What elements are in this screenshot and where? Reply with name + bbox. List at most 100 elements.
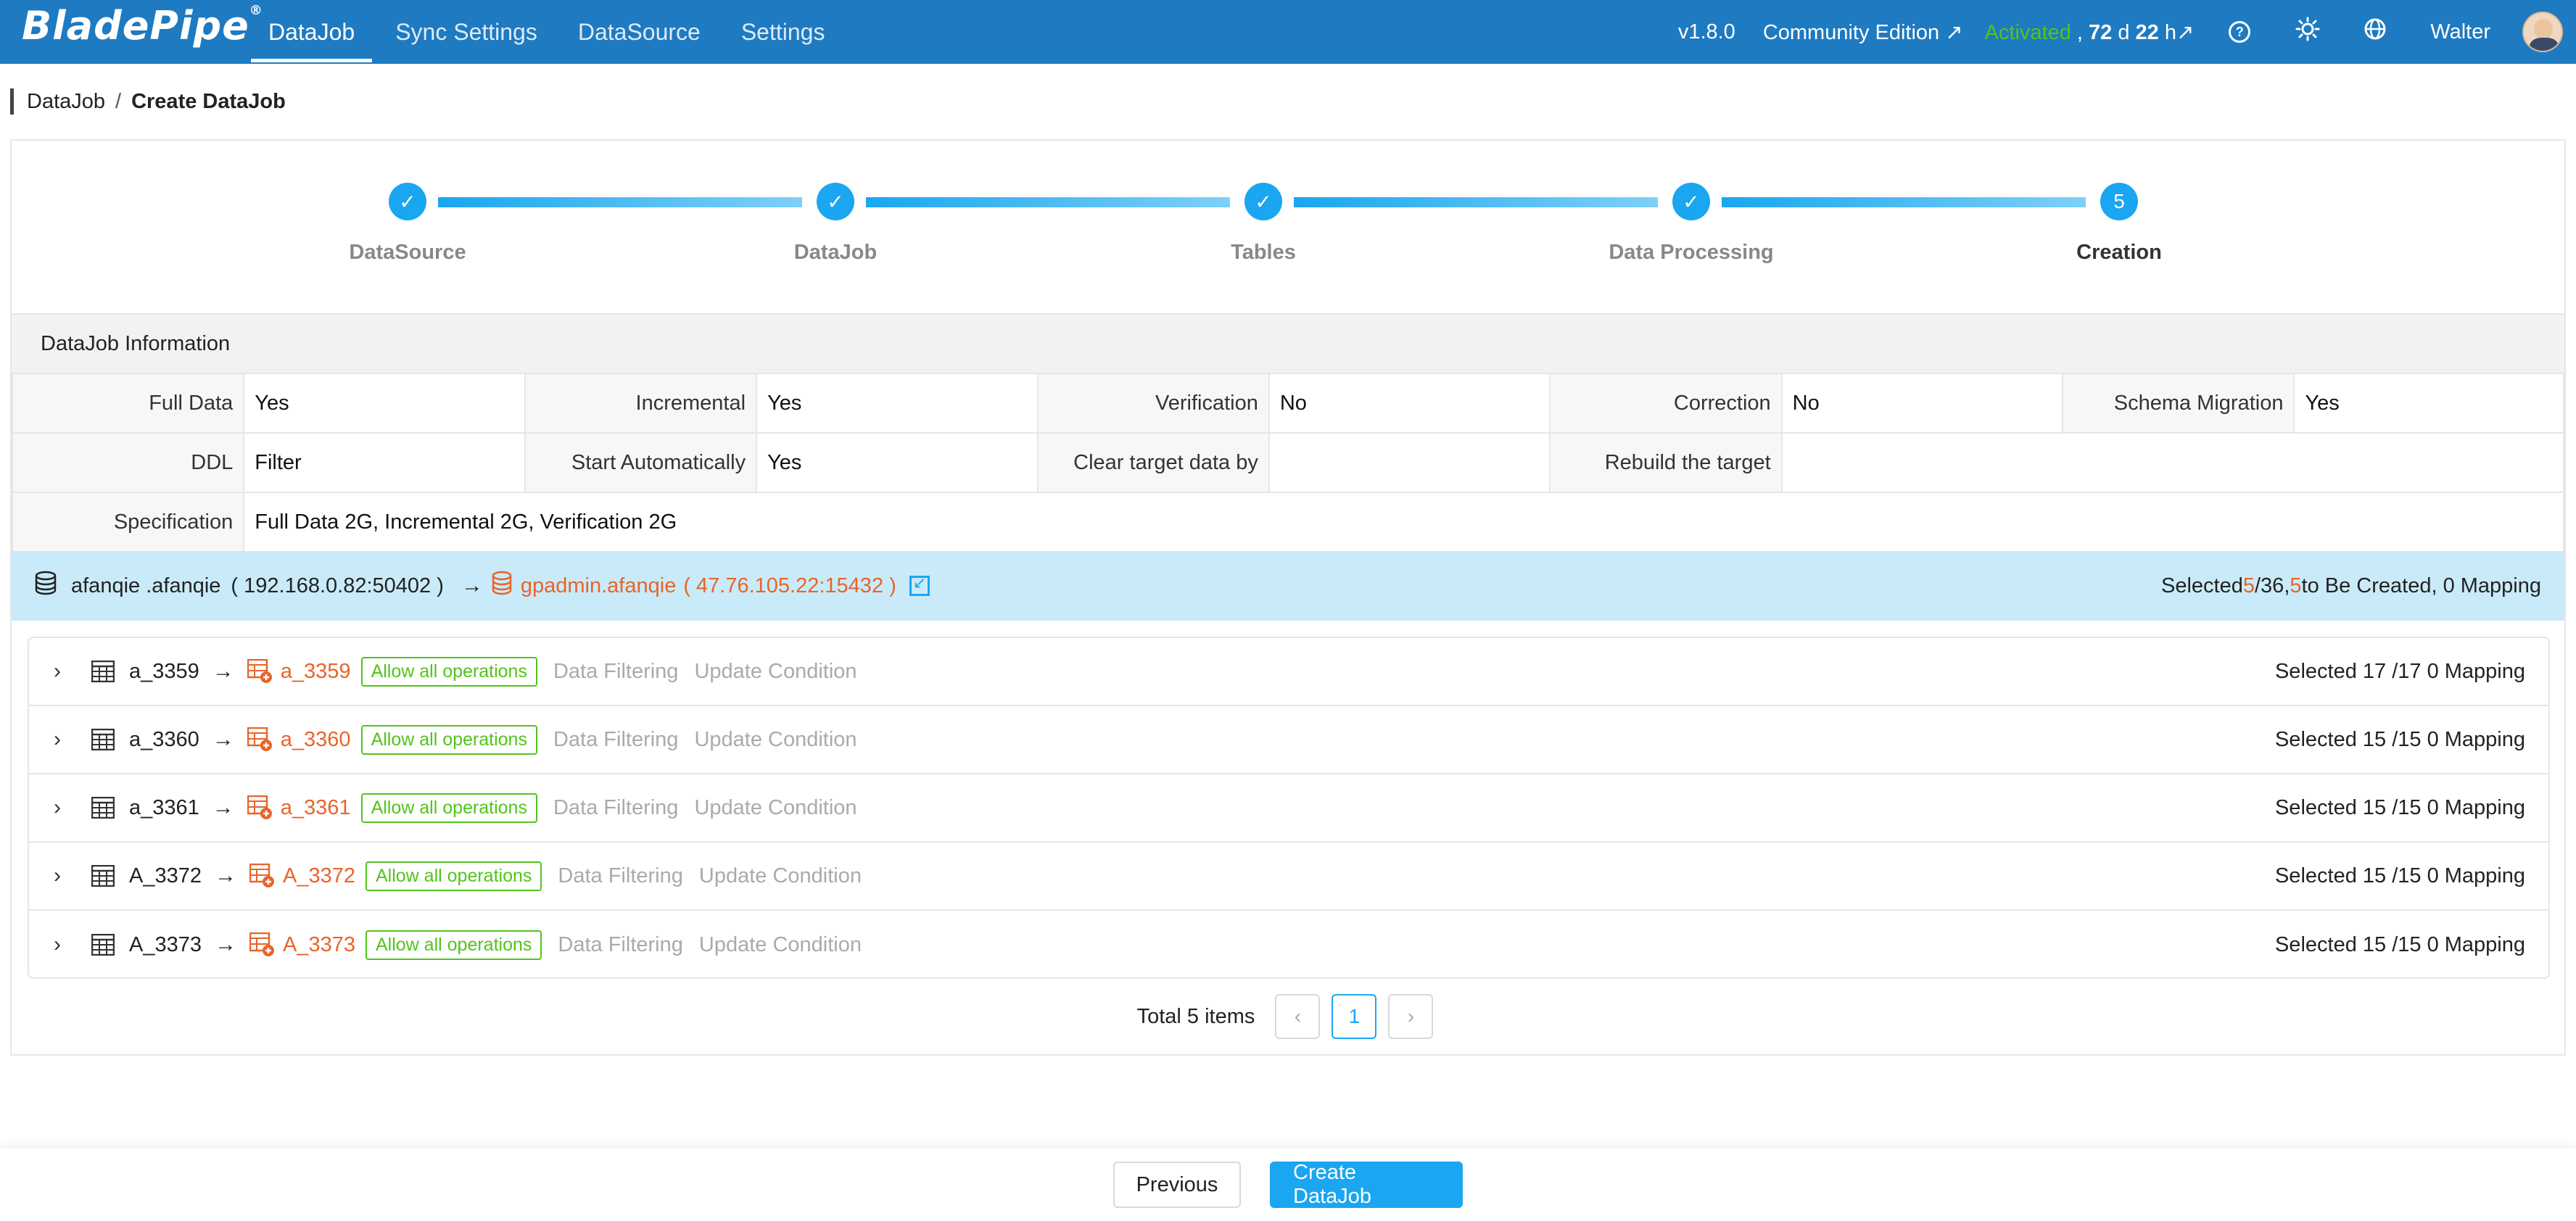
- help-icon[interactable]: ?: [2229, 21, 2251, 43]
- breadcrumb-root[interactable]: DataJob: [27, 90, 105, 114]
- info-key-ddl: DDL: [11, 432, 245, 493]
- row-selected-count: Selected 15 /15 0 Mapping: [2274, 864, 2525, 887]
- info-key-incremental: Incremental: [524, 373, 758, 434]
- source-datasource-name: afanqie .afanqie: [71, 574, 221, 597]
- new-target-table-icon: [247, 727, 272, 751]
- step-2-check-icon: ✓: [817, 183, 854, 220]
- info-key-start-automatically: Start Automatically: [524, 432, 758, 493]
- edition-link[interactable]: Community Edition ↗: [1763, 20, 1963, 45]
- step-connector: [1294, 197, 1658, 207]
- main-nav: DataJob Sync Settings DataSource Setting…: [251, 0, 848, 64]
- nav-settings[interactable]: Settings: [724, 0, 843, 64]
- user-avatar[interactable]: [2522, 12, 2563, 52]
- data-filtering-link[interactable]: Data Filtering: [558, 933, 682, 957]
- table-row: › a_3360 → a_3360 Allow all operations D…: [29, 706, 2548, 774]
- info-val-rebuild-target: [1780, 432, 2565, 493]
- nav-datasource[interactable]: DataSource: [561, 0, 718, 64]
- new-target-table-icon: [249, 932, 274, 956]
- step-3-label: Tables: [1231, 241, 1296, 264]
- table-row: › a_3359 → a_3359 Allow all operations D…: [29, 638, 2548, 706]
- pagination-next-button[interactable]: ›: [1388, 994, 1434, 1039]
- activation-status[interactable]: Activated , 72 d 22 h↗: [1985, 20, 2195, 45]
- pagination-total: Total 5 items: [1136, 1004, 1255, 1028]
- table-row: › a_3361 → a_3361 Allow all operations D…: [29, 774, 2548, 843]
- nav-datajob[interactable]: DataJob: [251, 0, 373, 64]
- info-key-rebuild-target: Rebuild the target: [1549, 432, 1783, 493]
- info-key-verification: Verification: [1036, 373, 1270, 434]
- info-key-schema-migration: Schema Migration: [2062, 373, 2295, 434]
- expand-chevron-icon[interactable]: ›: [54, 864, 70, 888]
- expand-chevron-icon[interactable]: ›: [54, 795, 70, 820]
- update-condition-link[interactable]: Update Condition: [694, 728, 856, 752]
- create-datajob-button[interactable]: Create DataJob: [1270, 1161, 1463, 1208]
- arrow-icon: →: [215, 864, 236, 887]
- theme-sun-icon[interactable]: [2295, 17, 2320, 47]
- source-target-bar: afanqie .afanqie ( 192.168.0.82:50402 ) …: [12, 551, 2564, 621]
- target-datasource-name: gpadmin.afanqie: [520, 574, 677, 597]
- info-key-specification: Specification: [11, 492, 245, 552]
- arrow-icon: →: [212, 659, 234, 683]
- table-mapping-list: › a_3359 → a_3359 Allow all operations D…: [28, 637, 2550, 979]
- expand-chevron-icon[interactable]: ›: [54, 659, 70, 684]
- expand-chevron-icon[interactable]: ›: [54, 727, 70, 752]
- header-right: v1.8.0 Community Edition ↗ Activated , 7…: [1678, 0, 2576, 64]
- operations-tag[interactable]: Allow all operations: [360, 656, 537, 687]
- edit-mapping-icon[interactable]: [909, 574, 930, 596]
- breadcrumb-current: Create DataJob: [131, 89, 286, 113]
- info-key-correction: Correction: [1549, 373, 1783, 434]
- data-filtering-link[interactable]: Data Filtering: [558, 864, 682, 888]
- nav-sync-settings[interactable]: Sync Settings: [378, 0, 555, 64]
- update-condition-link[interactable]: Update Condition: [699, 864, 862, 888]
- row-selected-count: Selected 15 /15 0 Mapping: [2274, 795, 2525, 819]
- operations-tag[interactable]: Allow all operations: [366, 861, 542, 891]
- table-grid-icon: [91, 865, 115, 887]
- source-table-name: A_3372: [129, 864, 202, 887]
- operations-tag[interactable]: Allow all operations: [360, 792, 537, 823]
- row-selected-count: Selected 17 /17 0 Mapping: [2274, 659, 2525, 683]
- target-table-name: a_3359: [280, 659, 351, 683]
- language-globe-icon[interactable]: [2364, 17, 2387, 46]
- new-target-table-icon: [247, 659, 272, 683]
- source-datasource-host: ( 192.168.0.82:50402 ): [231, 574, 444, 597]
- step-5-label: Creation: [2076, 241, 2162, 264]
- table-grid-icon: [91, 729, 115, 750]
- version-label: v1.8.0: [1677, 20, 1735, 44]
- new-target-table-icon: [249, 864, 274, 887]
- info-val-schema-migration: Yes: [2293, 373, 2564, 434]
- table-row: › A_3372 → A_3372 Allow all operations D…: [29, 843, 2548, 911]
- new-target-table-icon: [247, 795, 272, 819]
- step-2-label: DataJob: [793, 241, 878, 264]
- update-condition-link[interactable]: Update Condition: [694, 660, 856, 684]
- info-val-clear-target: [1268, 432, 1551, 493]
- data-filtering-link[interactable]: Data Filtering: [553, 796, 678, 820]
- update-condition-link[interactable]: Update Condition: [699, 933, 862, 957]
- operations-tag[interactable]: Allow all operations: [360, 724, 537, 755]
- logo[interactable]: BladePipe®: [22, 3, 263, 49]
- step-3-check-icon: ✓: [1244, 183, 1282, 220]
- table-row: › A_3373 → A_3373 Allow all operations D…: [29, 911, 2548, 979]
- data-filtering-link[interactable]: Data Filtering: [553, 660, 678, 684]
- user-name[interactable]: Walter: [2430, 20, 2490, 44]
- pagination-page-1[interactable]: 1: [1332, 994, 1377, 1039]
- target-datasource-host: ( 47.76.105.22:15432 ): [683, 574, 896, 597]
- data-filtering-link[interactable]: Data Filtering: [553, 728, 678, 752]
- footer-actions: Previous Create DataJob: [0, 1148, 2576, 1221]
- info-val-verification: No: [1268, 373, 1551, 434]
- info-val-start-automatically: Yes: [756, 432, 1039, 493]
- previous-button[interactable]: Previous: [1113, 1162, 1241, 1208]
- update-condition-link[interactable]: Update Condition: [694, 796, 856, 820]
- source-table-name: a_3359: [129, 659, 199, 683]
- step-connector: [1722, 197, 2086, 207]
- selection-summary: Selected 5 /36, 5 to Be Created, 0 Mappi…: [2161, 574, 2541, 597]
- info-val-ddl: Filter: [243, 432, 526, 493]
- step-1-label: DataSource: [349, 241, 466, 264]
- target-table-name: a_3361: [280, 795, 351, 819]
- info-val-full-data: Yes: [243, 373, 526, 434]
- step-5-number: 5: [2100, 183, 2138, 220]
- row-selected-count: Selected 15 /15 0 Mapping: [2274, 932, 2525, 956]
- operations-tag[interactable]: Allow all operations: [366, 930, 542, 960]
- expand-chevron-icon[interactable]: ›: [54, 932, 70, 957]
- step-4-label: Data Processing: [1609, 241, 1774, 264]
- pagination-prev-button[interactable]: ‹: [1275, 994, 1321, 1039]
- arrow-icon: →: [215, 932, 236, 956]
